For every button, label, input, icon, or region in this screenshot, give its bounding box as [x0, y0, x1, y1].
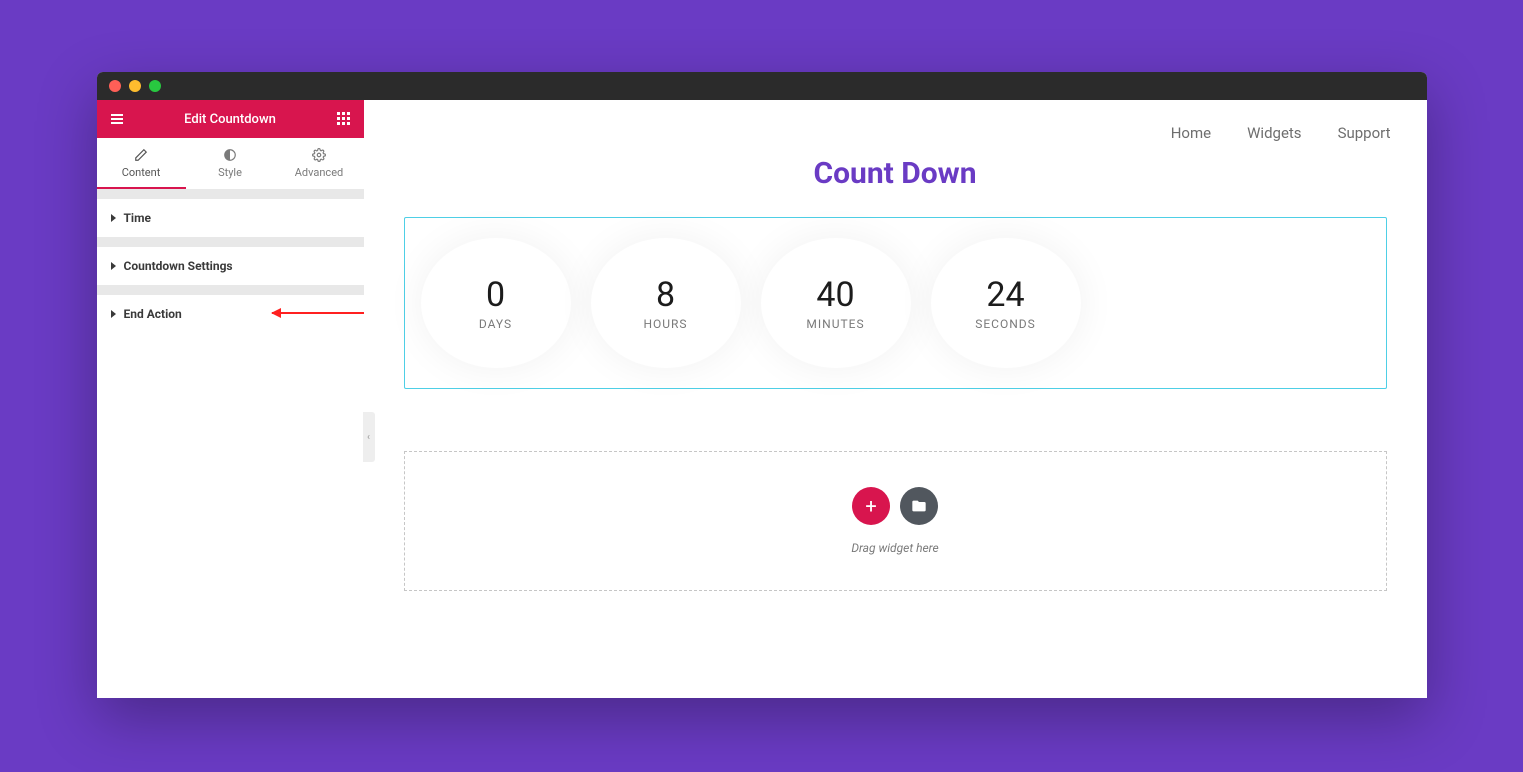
window-titlebar [97, 72, 1427, 100]
countdown-minutes: 40 MINUTES [761, 238, 911, 368]
gear-icon [312, 148, 326, 162]
countdown-label: SECONDS [975, 317, 1036, 331]
app-body: Edit Countdown Content Style [97, 100, 1427, 698]
section-time[interactable]: Time [97, 199, 364, 237]
caret-right-icon [111, 262, 116, 270]
section-label: Time [124, 211, 152, 225]
tab-label: Style [218, 166, 242, 179]
maximize-window-button[interactable] [149, 80, 161, 92]
caret-right-icon [111, 310, 116, 318]
preview-nav: Home Widgets Support [364, 100, 1427, 142]
countdown-value: 24 [986, 275, 1024, 315]
editor-tabs: Content Style Advanced [97, 138, 364, 189]
countdown-days: 0 DAYS [421, 238, 571, 368]
section-countdown-settings[interactable]: Countdown Settings [97, 247, 364, 285]
nav-link-widgets[interactable]: Widgets [1247, 124, 1301, 142]
chevron-left-icon: ‹ [367, 432, 370, 443]
tab-style[interactable]: Style [186, 138, 275, 189]
caret-right-icon [111, 214, 116, 222]
plus-icon: + [865, 494, 876, 518]
countdown-label: DAYS [479, 317, 512, 331]
app-window: Edit Countdown Content Style [97, 72, 1427, 698]
countdown-value: 40 [816, 275, 854, 315]
countdown-label: MINUTES [806, 317, 864, 331]
tab-advanced[interactable]: Advanced [275, 138, 364, 189]
sidebar-title: Edit Countdown [125, 112, 336, 127]
sidebar-container: Edit Countdown Content Style [97, 100, 364, 698]
editor-sidebar: Edit Countdown Content Style [97, 100, 364, 333]
section-end-action[interactable]: End Action [97, 295, 364, 333]
collapse-sidebar-button[interactable]: ‹ [363, 412, 375, 462]
countdown-value: 8 [656, 275, 675, 315]
page-title: Count Down [364, 156, 1427, 191]
tab-content[interactable]: Content [97, 138, 186, 189]
section-label: Countdown Settings [124, 259, 233, 273]
countdown-hours: 8 HOURS [591, 238, 741, 368]
pencil-icon [134, 148, 148, 162]
widget-dropzone[interactable]: + Drag widget here [404, 451, 1387, 591]
template-library-button[interactable] [900, 487, 938, 525]
dropzone-buttons: + [852, 487, 938, 525]
widgets-grid-icon[interactable] [336, 111, 352, 127]
sidebar-header: Edit Countdown [97, 100, 364, 138]
countdown-value: 0 [486, 275, 505, 315]
countdown-widget[interactable]: 0 DAYS 8 HOURS 40 MINUTES 24 SECONDS [404, 217, 1387, 389]
countdown-seconds: 24 SECONDS [931, 238, 1081, 368]
dropzone-hint: Drag widget here [851, 541, 938, 555]
countdown-label: HOURS [643, 317, 687, 331]
menu-icon[interactable] [109, 111, 125, 127]
close-window-button[interactable] [109, 80, 121, 92]
tab-label: Advanced [295, 166, 343, 179]
nav-link-home[interactable]: Home [1171, 124, 1211, 142]
section-label: End Action [124, 307, 182, 321]
contrast-icon [223, 148, 237, 162]
canvas-area: ‹ Home Widgets Support Count Down 0 DAYS… [364, 100, 1427, 698]
minimize-window-button[interactable] [129, 80, 141, 92]
tab-label: Content [122, 166, 161, 179]
add-section-button[interactable]: + [852, 487, 890, 525]
nav-link-support[interactable]: Support [1338, 124, 1391, 142]
folder-icon [911, 498, 927, 514]
